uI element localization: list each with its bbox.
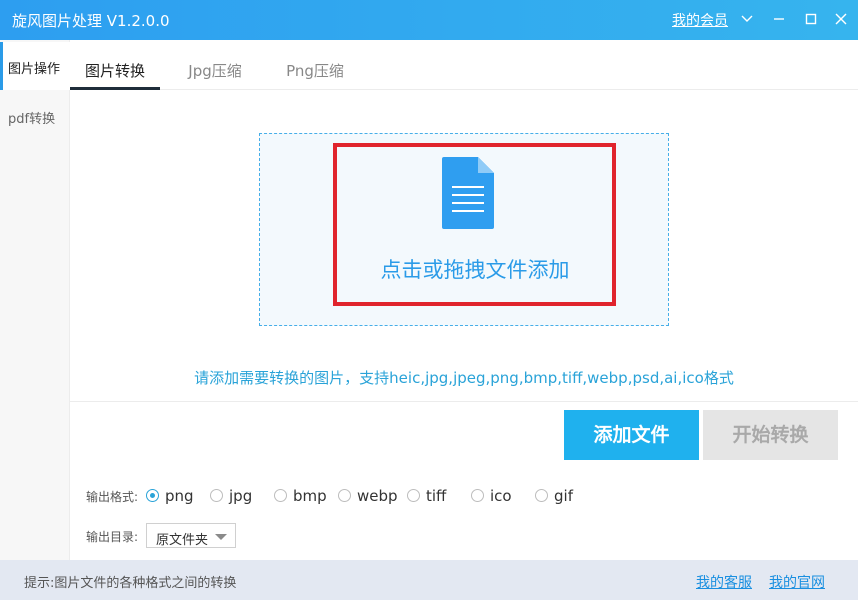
sidebar-item-label: pdf转换 — [8, 112, 56, 127]
document-icon — [442, 157, 494, 229]
chevron-down-icon[interactable] — [736, 8, 758, 30]
radio-circle — [535, 489, 548, 502]
tab-jpg-compress[interactable]: Jpg压缩 — [170, 40, 260, 89]
output-directory-select[interactable]: 原文件夹 — [146, 523, 236, 548]
radio-circle — [210, 489, 223, 502]
add-file-button[interactable]: 添加文件 — [564, 410, 699, 460]
tab-bar: 图片转换 Jpg压缩 Png压缩 — [70, 40, 858, 90]
my-membership-link[interactable]: 我的会员 — [672, 10, 728, 30]
radio-circle — [274, 489, 287, 502]
dropdown-caret-icon — [215, 534, 227, 540]
radio-circle — [146, 489, 159, 502]
official-website-link[interactable]: 我的官网 — [769, 572, 825, 592]
status-hint: 提示:图片文件的各种格式之间的转换 — [24, 576, 237, 591]
app-title: 旋风图片处理 V1.2.0.0 — [12, 12, 170, 30]
drop-zone-label: 点击或拖拽文件添加 — [380, 258, 570, 282]
radio-circle — [338, 489, 351, 502]
supported-formats-hint: 请添加需要转换的图片，支持heic,jpg,jpeg,png,bmp,tiff,… — [194, 369, 734, 387]
tab-image-convert[interactable]: 图片转换 — [70, 40, 160, 90]
tab-png-compress[interactable]: Png压缩 — [270, 40, 360, 89]
radio-circle — [407, 489, 420, 502]
output-format-label: 输出格式: — [86, 490, 139, 504]
title-bar: 旋风图片处理 V1.2.0.0 我的会员 — [0, 0, 858, 40]
customer-service-link[interactable]: 我的客服 — [696, 572, 752, 592]
sidebar-item-label: 图片操作 — [8, 62, 61, 77]
sidebar: 图片操作 pdf转换 — [0, 40, 70, 560]
output-directory-value: 原文件夹 — [156, 533, 209, 548]
minimize-icon[interactable] — [768, 8, 790, 30]
radio-circle — [471, 489, 484, 502]
status-bar: 提示:图片文件的各种格式之间的转换 我的客服 我的官网 — [0, 560, 858, 600]
maximize-icon[interactable] — [800, 8, 822, 30]
output-directory-label: 输出目录: — [86, 530, 139, 544]
divider — [70, 401, 858, 402]
start-convert-button[interactable]: 开始转换 — [703, 410, 838, 460]
close-icon[interactable] — [830, 8, 852, 30]
sidebar-item-image-operations[interactable]: 图片操作 — [0, 42, 70, 90]
sidebar-item-pdf-convert[interactable]: pdf转换 — [0, 92, 70, 140]
